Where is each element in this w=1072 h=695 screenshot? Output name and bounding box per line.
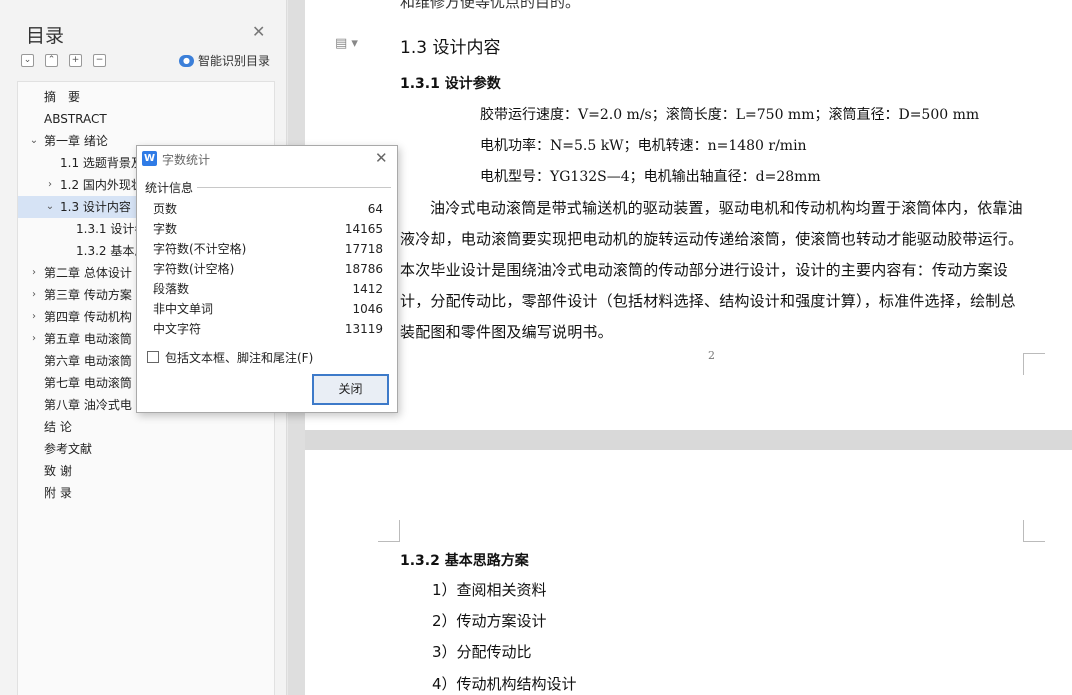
toc-item-label: 第六章 电动滚筒	[44, 354, 132, 368]
stat-value: 64	[367, 202, 383, 216]
heading-1-3-1: 1.3.1 设计参数	[400, 76, 501, 92]
document-page-2[interactable]: 1.3.2 基本思路方案 1）查阅相关资料 2）传动方案设计 3）分配传动比 4…	[305, 450, 1072, 695]
toc-item-abstract-cn[interactable]: 摘 要	[18, 86, 274, 108]
stat-row-chinese-chars: 中文字符 13119	[153, 319, 383, 339]
collapse-all-icon[interactable]: ⌃	[45, 54, 58, 67]
expand-all-icon[interactable]: ⌄	[21, 54, 34, 67]
toc-item-thanks[interactable]: 致 谢	[18, 460, 274, 482]
stat-value: 17718	[344, 242, 383, 256]
stat-label: 字符数(不计空格)	[153, 242, 247, 256]
body-paragraph: 油冷式电动滚筒是带式输送机的驱动装置，驱动电机和传动机构均置于滚筒体内，依靠油液…	[400, 199, 1024, 341]
param-line-1: 胶带运行速度：V=2.0 m/s；滚筒长度：L=750 mm；滚筒直径：D=50…	[480, 107, 980, 123]
add-heading-icon[interactable]: +	[69, 54, 82, 67]
close-button[interactable]: 关闭	[312, 374, 389, 405]
stat-label: 字数	[153, 222, 178, 236]
word-count-dialog: W 字数统计 ✕ 统计信息 页数 64 字数 14165 字符数(不计空格) 1…	[136, 145, 398, 413]
step-item-4: 4）传动机构结构设计	[432, 675, 577, 693]
chevron-down-icon[interactable]: ⌄	[44, 196, 56, 218]
ai-icon: ●	[179, 54, 194, 67]
stat-label: 中文字符	[153, 322, 202, 336]
toc-item-label: 结 论	[44, 420, 72, 434]
section-divider	[197, 187, 391, 188]
close-icon[interactable]: ✕	[252, 24, 265, 40]
step-item-2: 2）传动方案设计	[432, 612, 547, 630]
toc-item-label: 1.3 设计内容	[60, 200, 131, 214]
document-icon[interactable]: ▤ ▾	[335, 36, 358, 51]
stat-label: 段落数	[153, 282, 190, 296]
stat-label: 页数	[153, 202, 178, 216]
wps-logo-icon: W	[142, 151, 157, 166]
stat-value: 18786	[344, 262, 383, 276]
stat-row-pages: 页数 64	[153, 199, 383, 219]
toc-item-label: 第七章 电动滚筒	[44, 376, 132, 390]
document-page-1[interactable]: 和维修方便等优点的目的。 ▤ ▾ 1.3 设计内容 1.3.1 设计参数 胶带运…	[305, 0, 1072, 430]
margin-corner-mark	[378, 520, 400, 542]
toc-item-label: 第五章 电动滚筒	[44, 332, 132, 346]
chevron-right-icon[interactable]: ›	[28, 328, 40, 350]
previous-line-text: 和维修方便等优点的目的。	[400, 0, 581, 11]
chevron-down-icon[interactable]: ⌄	[28, 130, 40, 152]
toc-item-label: 第四章 传动机构	[44, 310, 132, 324]
toc-item-label: 1.2 国内外现状	[60, 178, 143, 192]
stat-value: 13119	[344, 322, 383, 336]
heading-1-3: 1.3 设计内容	[400, 38, 501, 58]
toc-item-abstract-en[interactable]: ABSTRACT	[18, 108, 274, 130]
stat-value: 1412	[352, 282, 383, 296]
param-line-2: 电机功率：N=5.5 kW；电机转速：n=1480 r/min	[480, 138, 807, 154]
checkbox-label[interactable]: 包括文本框、脚注和尾注(F)	[165, 349, 313, 366]
margin-corner-mark	[1023, 520, 1045, 542]
toc-item-conclusion[interactable]: 结 论	[18, 416, 274, 438]
close-icon[interactable]: ✕	[375, 149, 388, 167]
toc-item-references[interactable]: 参考文献	[18, 438, 274, 460]
remove-heading-icon[interactable]: −	[93, 54, 106, 67]
stat-label: 非中文单词	[153, 302, 214, 316]
toc-item-label: 1.1 选题背景及	[60, 156, 143, 170]
heading-1-3-2: 1.3.2 基本思路方案	[400, 553, 529, 569]
toc-item-label: 致 谢	[44, 464, 72, 478]
step-item-3: 3）分配传动比	[432, 643, 532, 661]
include-textbox-checkbox[interactable]	[147, 351, 159, 363]
chevron-right-icon[interactable]: ›	[28, 284, 40, 306]
chevron-right-icon[interactable]: ›	[28, 306, 40, 328]
toc-item-label: 第八章 油冷式电	[44, 398, 132, 412]
margin-corner-mark	[1023, 353, 1045, 375]
stat-label: 字符数(计空格)	[153, 262, 235, 276]
chevron-right-icon[interactable]: ›	[44, 174, 56, 196]
stat-row-chars-no-space: 字符数(不计空格) 17718	[153, 239, 383, 259]
dialog-title: 字数统计	[162, 153, 211, 167]
toc-item-label: 参考文献	[44, 442, 93, 456]
toc-item-label: 第三章 传动方案	[44, 288, 132, 302]
page-number: 2	[708, 349, 715, 362]
step-item-1: 1）查阅相关资料	[432, 581, 547, 599]
toc-title: 目录	[26, 25, 65, 47]
toc-item-label: 第一章 绪论	[44, 134, 108, 148]
toc-item-label: 附 录	[44, 486, 72, 500]
stat-row-chars-with-space: 字符数(计空格) 18786	[153, 259, 383, 279]
smart-toc-label: 智能识别目录	[198, 54, 271, 68]
stat-value: 1046	[352, 302, 383, 316]
chevron-right-icon[interactable]: ›	[28, 262, 40, 284]
toc-item-label: ABSTRACT	[44, 112, 107, 126]
stat-row-paragraphs: 段落数 1412	[153, 279, 383, 299]
smart-toc-button[interactable]: ● 智能识别目录	[179, 52, 270, 69]
toc-item-label: 第二章 总体设计	[44, 266, 132, 280]
stat-value: 14165	[344, 222, 383, 236]
stats-section-title: 统计信息	[145, 181, 194, 195]
toc-item-label: 摘 要	[44, 90, 81, 104]
page-separator	[305, 430, 1072, 450]
stat-row-non-chinese-words: 非中文单词 1046	[153, 299, 383, 319]
param-line-3: 电机型号：YG132S—4；电机输出轴直径：d=28mm	[480, 169, 821, 185]
toc-item-appendix[interactable]: 附 录	[18, 482, 274, 504]
stat-row-words: 字数 14165	[153, 219, 383, 239]
